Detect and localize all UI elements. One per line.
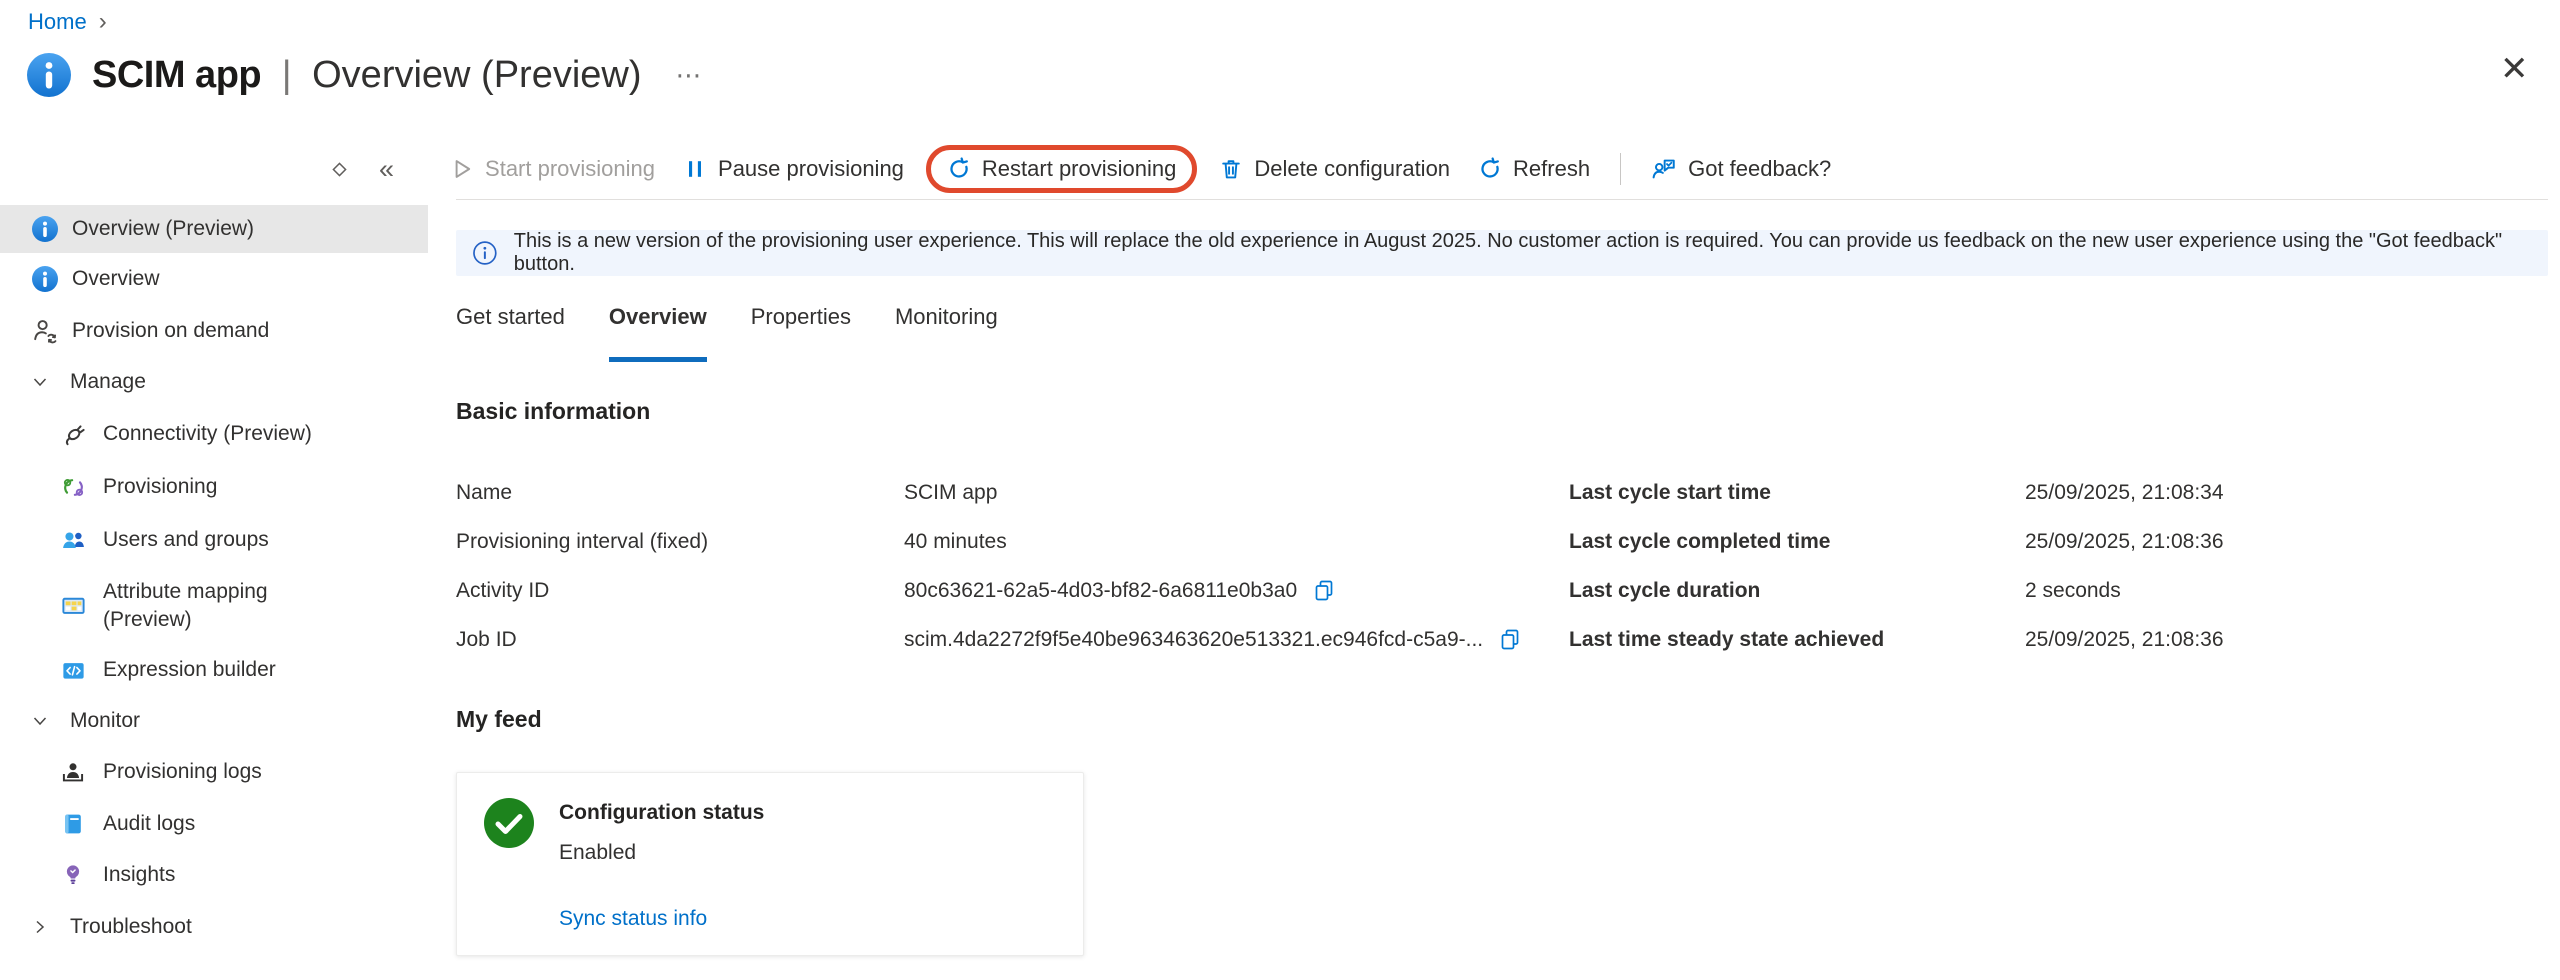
field-value-last-cycle-completed: 25/09/2025, 21:08:36 [2025,530,2224,554]
plug-icon [59,421,87,448]
tab-overview[interactable]: Overview [609,303,707,362]
info-icon [30,215,60,243]
field-value-name: SCIM app [904,481,1569,505]
people-icon [59,526,87,553]
tab-bar: Get started Overview Properties Monitori… [456,303,998,362]
sidebar-item-overview-preview[interactable]: Overview (Preview) [0,205,428,253]
restart-highlight-annotation: Restart provisioning [926,145,1197,193]
sidebar-item-insights[interactable]: Insights [0,849,428,901]
tab-monitoring[interactable]: Monitoring [895,303,998,362]
banner-message: This is a new version of the provisionin… [514,230,2548,276]
configuration-status-card: Configuration status Enabled Sync status… [456,772,1084,956]
table-icon [59,592,87,619]
sidebar-item-connectivity-preview[interactable]: Connectivity (Preview) [0,407,428,461]
sidebar-item-expression-builder[interactable]: Expression builder [0,645,428,695]
play-icon [450,157,474,181]
tab-properties[interactable]: Properties [751,303,851,362]
sidebar-item-provision-on-demand[interactable]: Provision on demand [0,305,428,356]
breadcrumb-chevron-icon: › [99,8,107,36]
chevron-down-icon [32,374,48,390]
chevron-down-icon [32,713,48,729]
toolbar-divider [1620,153,1621,185]
breadcrumb: Home › [28,8,107,36]
copy-activity-id-button[interactable] [1311,578,1337,604]
sidebar-item-provisioning-logs[interactable]: Provisioning logs [0,746,428,798]
sidebar-item-attribute-mapping[interactable]: Attribute mapping (Preview) [0,566,428,645]
sidebar-item-provisioning[interactable]: Provisioning [0,461,428,513]
field-label-steady-state: Last time steady state achieved [1569,628,2025,652]
field-value-steady-state: 25/09/2025, 21:08:36 [2025,628,2224,652]
sidebar-section-manage[interactable]: Manage [0,356,428,407]
page-title: SCIM app | Overview (Preview) [92,54,642,97]
field-label-job-id: Job ID [456,628,904,652]
got-feedback-button[interactable]: Got feedback? [1637,156,1845,182]
start-provisioning-button[interactable]: Start provisioning [436,156,669,182]
sidebar-menu: Overview (Preview) Overview Provision on… [0,205,428,953]
lightbulb-icon [59,862,87,888]
sidebar-item-users-and-groups[interactable]: Users and groups [0,513,428,566]
book-icon [59,811,87,837]
page-title-row: SCIM app | Overview (Preview) ⋯ [26,52,705,98]
feedback-icon [1651,156,1677,182]
sidebar-item-overview[interactable]: Overview [0,253,428,305]
sync-cycle-icon [59,474,87,501]
tab-get-started[interactable]: Get started [456,303,565,362]
dock-diamond-icon[interactable] [330,160,349,179]
field-value-last-cycle-duration: 2 seconds [2025,579,2224,603]
more-options-icon[interactable]: ⋯ [676,60,705,91]
my-feed-heading: My feed [456,706,542,733]
field-value-activity-id: 80c63621-62a5-4d03-bf82-6a6811e0b3a0 [904,579,1297,603]
person-log-icon [59,759,87,785]
basic-information-heading: Basic information [456,398,650,425]
command-bar-rule [456,199,2548,200]
field-label-interval: Provisioning interval (fixed) [456,530,904,554]
breadcrumb-home-link[interactable]: Home [28,9,87,35]
delete-configuration-button[interactable]: Delete configuration [1205,156,1464,182]
card-title: Configuration status [559,797,764,825]
field-label-last-cycle-start: Last cycle start time [1569,481,2025,505]
code-icon [59,657,87,684]
sidebar-section-monitor[interactable]: Monitor [0,695,428,746]
info-icon [30,265,60,293]
collapse-blade-icon[interactable]: « [379,154,394,185]
chevron-right-icon [32,919,48,935]
success-check-icon [483,797,535,849]
field-label-activity-id: Activity ID [456,579,904,603]
info-banner: This is a new version of the provisionin… [456,230,2548,276]
command-bar: « Start provisioning Pause provisioning … [330,142,1845,196]
field-label-last-cycle-completed: Last cycle completed time [1569,530,2025,554]
field-label-name: Name [456,481,904,505]
refresh-button[interactable]: Refresh [1464,156,1604,182]
pause-icon [683,157,707,181]
card-status-value: Enabled [559,841,764,865]
sidebar-item-audit-logs[interactable]: Audit logs [0,798,428,849]
basic-information-grid: Name SCIM app Last cycle start time 25/0… [456,468,2224,664]
restart-provisioning-button[interactable]: Restart provisioning [943,156,1180,182]
app-name: SCIM app [92,54,261,96]
copy-icon [1311,578,1337,604]
field-value-interval: 40 minutes [904,530,1569,554]
info-outline-icon [472,240,498,266]
sync-status-info-link[interactable]: Sync status info [559,907,764,931]
copy-icon [1497,627,1523,653]
person-sync-icon [30,317,60,345]
blade-name: Overview (Preview) [312,54,641,96]
pause-provisioning-button[interactable]: Pause provisioning [669,156,918,182]
close-blade-icon[interactable]: ✕ [2500,52,2529,86]
field-label-last-cycle-duration: Last cycle duration [1569,579,2025,603]
copy-job-id-button[interactable] [1497,627,1523,653]
restart-icon [947,157,971,181]
trash-icon [1219,157,1243,181]
sidebar-section-troubleshoot[interactable]: Troubleshoot [0,901,428,953]
field-value-last-cycle-start: 25/09/2025, 21:08:34 [2025,481,2224,505]
field-value-job-id: scim.4da2272f9f5e40be963463620e513321.ec… [904,628,1483,652]
app-info-icon [26,52,72,98]
title-separator: | [282,54,292,96]
refresh-icon [1478,157,1502,181]
